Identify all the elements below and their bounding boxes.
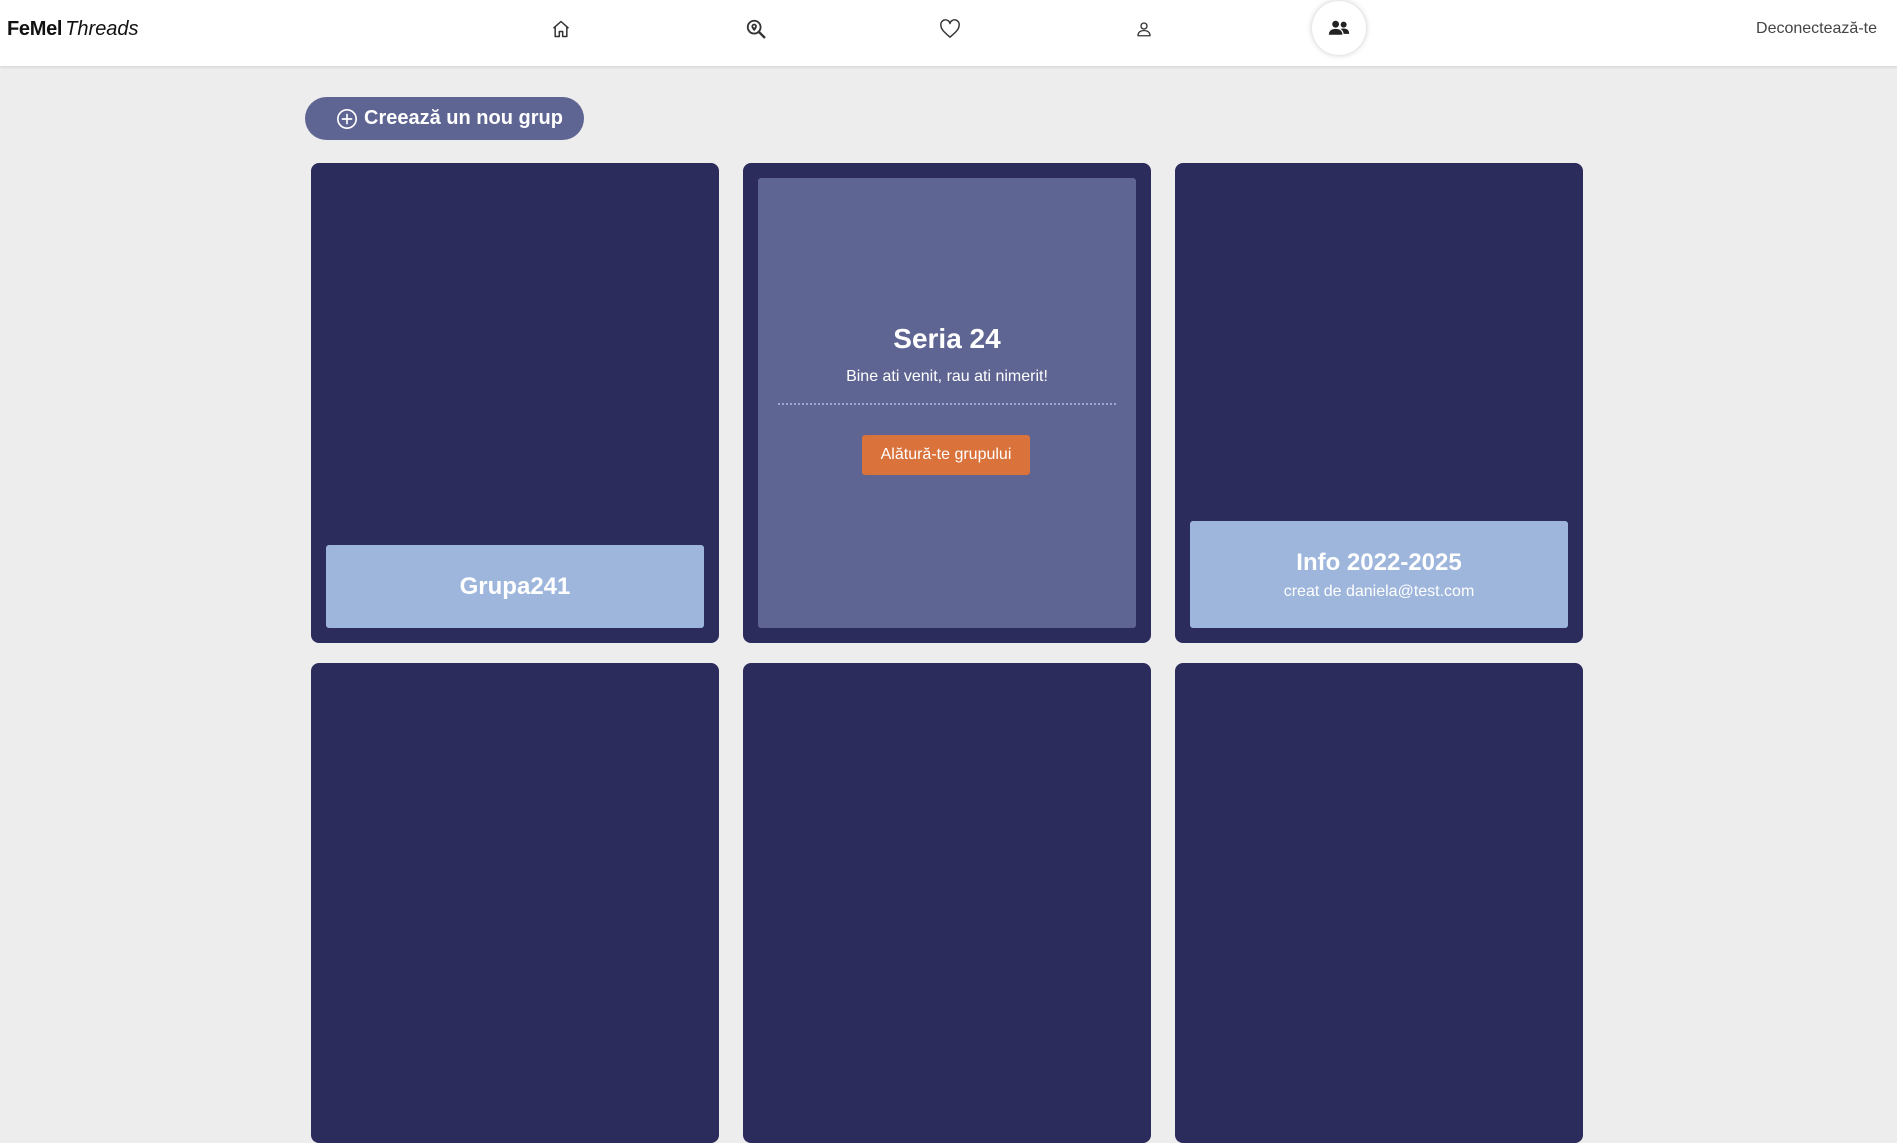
brand-name-italic: Threads <box>65 18 139 40</box>
group-name: Seria 24 <box>893 323 1001 354</box>
create-group-button[interactable]: Creează un nou grup <box>305 97 584 140</box>
top-navbar: FeMel Threads Deconectează-te <box>0 0 1897 66</box>
group-card[interactable]: Info 2022-2025 creat de daniela@test.com <box>1175 163 1583 643</box>
group-creator: creat de daniela@test.com <box>1283 582 1475 600</box>
logout-link[interactable]: Deconectează-te <box>1756 20 1877 38</box>
group-card[interactable] <box>743 663 1151 1143</box>
group-card[interactable]: Grupa241 <box>311 163 719 643</box>
search-location-icon[interactable] <box>739 14 773 44</box>
app-logo[interactable]: FeMel Threads <box>7 18 139 41</box>
home-icon[interactable] <box>544 14 578 44</box>
group-card[interactable] <box>311 663 719 1143</box>
group-label-box: Grupa241 <box>326 545 704 628</box>
group-description: Bine ati venit, rau ati nimerit! <box>846 368 1048 385</box>
group-name: Info 2022-2025 <box>1296 548 1462 576</box>
heart-icon[interactable] <box>933 14 967 44</box>
plus-circle-icon <box>336 108 358 130</box>
group-card[interactable] <box>1175 663 1583 1143</box>
group-name: Grupa241 <box>459 572 571 600</box>
brand-name-bold: FeMel <box>7 18 63 40</box>
group-label-box: Info 2022-2025 creat de daniela@test.com <box>1190 521 1568 628</box>
join-group-button[interactable]: Alătură-te grupului <box>862 435 1030 475</box>
group-card[interactable]: Seria 24 Bine ati venit, rau ati nimerit… <box>743 163 1151 643</box>
group-hover-overlay: Seria 24 Bine ati venit, rau ati nimerit… <box>758 178 1136 628</box>
create-group-label: Creează un nou grup <box>364 107 563 129</box>
groups-icon[interactable] <box>1312 1 1366 55</box>
user-icon[interactable] <box>1127 14 1161 44</box>
dotted-divider <box>778 403 1116 405</box>
